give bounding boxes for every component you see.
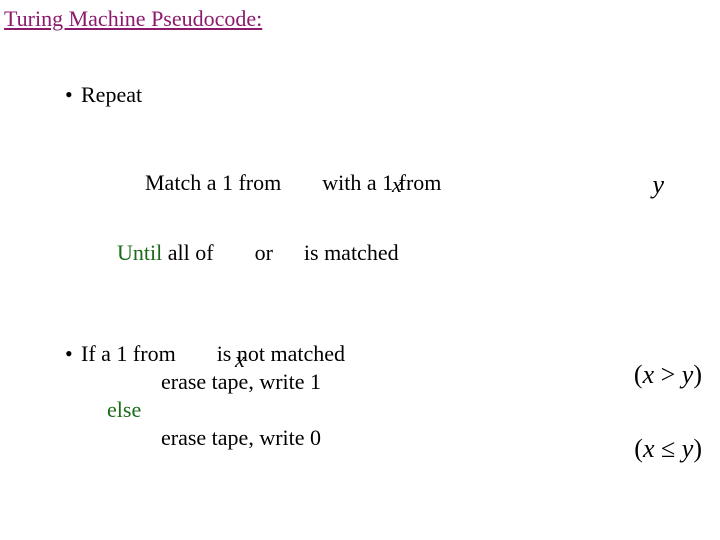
line-match: Match a 1 from with a 1 from x	[145, 170, 441, 196]
math-x: x	[643, 360, 655, 389]
erase-write-0: erase tape, write 0	[65, 424, 345, 452]
all-of-text: all of	[162, 240, 213, 265]
if-text: If a 1 from	[81, 341, 176, 366]
until-keyword: Until	[117, 240, 162, 265]
math-y: y	[682, 434, 694, 463]
bullet-dot-icon: •	[65, 82, 75, 108]
line-until: Until all of or is matched	[117, 240, 399, 266]
slide-title: Turing Machine Pseudocode:	[4, 6, 262, 32]
bullet-repeat: •Repeat	[65, 82, 142, 108]
math-x-icon: x	[392, 172, 402, 198]
repeat-text: Repeat	[81, 82, 142, 107]
math-x-icon: x	[235, 346, 245, 374]
or-text: or	[255, 240, 273, 265]
math-y-icon: y	[652, 170, 664, 200]
else-keyword: else	[107, 397, 141, 422]
erase-write-1: erase tape, write 1	[65, 368, 345, 396]
if-line: •If a 1 from is not matched x	[65, 340, 345, 368]
math-x-le-y: (x ≤ y)	[634, 434, 702, 464]
slide: Turing Machine Pseudocode: •Repeat Match…	[0, 0, 720, 540]
bullet-if-block: •If a 1 from is not matched x erase tape…	[65, 340, 345, 452]
match-part-a: Match a 1 from	[145, 170, 281, 195]
is-matched-text: is matched	[304, 240, 399, 265]
match-part-b: with a 1 from	[322, 170, 441, 195]
math-x: x	[643, 434, 655, 463]
math-x-gt-y: (x > y)	[634, 360, 702, 390]
math-y: y	[682, 360, 694, 389]
bullet-dot-icon: •	[65, 340, 75, 368]
